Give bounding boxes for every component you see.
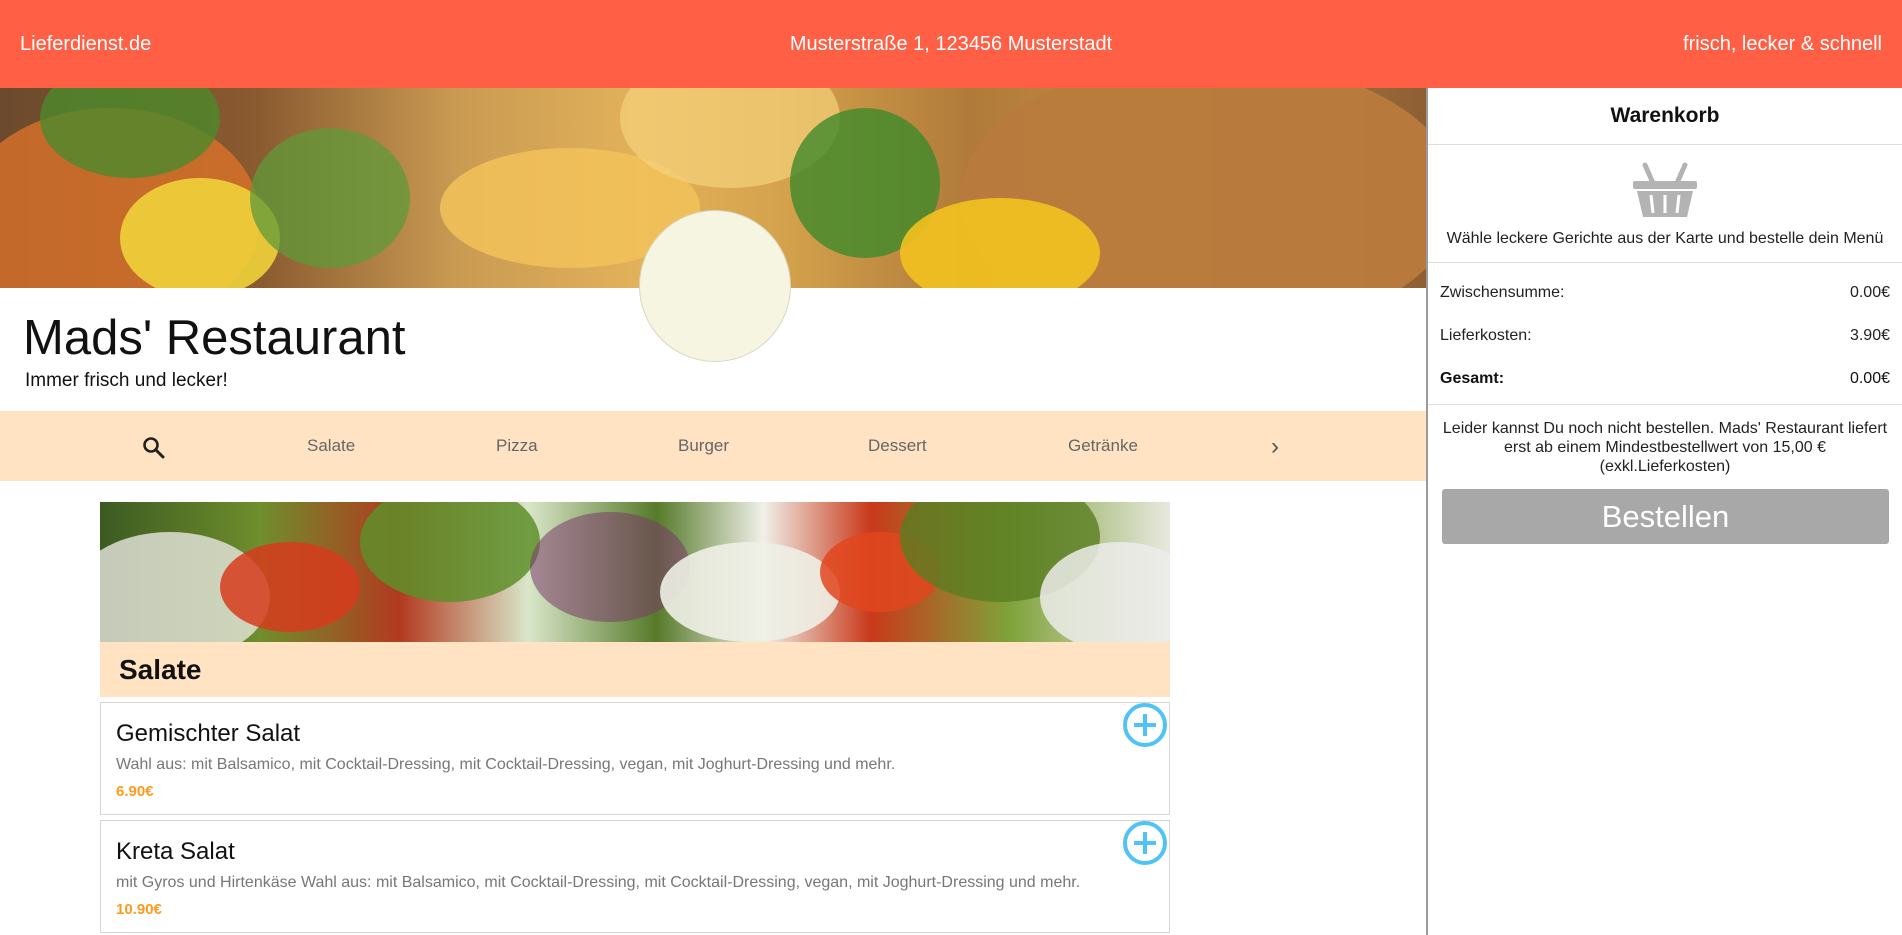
- top-header: Lieferdienst.de Musterstraße 1, 123456 M…: [0, 0, 1902, 88]
- site-name[interactable]: Lieferdienst.de: [20, 33, 151, 56]
- chevron-right-icon[interactable]: ›: [1271, 433, 1279, 461]
- category-tab-burger[interactable]: Burger: [678, 436, 729, 456]
- category-tab-salate[interactable]: Salate: [307, 436, 355, 456]
- restaurant-logo: [639, 210, 791, 362]
- basket-icon: [1633, 162, 1697, 217]
- site-slogan: frisch, lecker & schnell: [1683, 32, 1882, 55]
- add-to-cart-icon[interactable]: [1121, 701, 1169, 749]
- total-row: Gesamt: 0.00€: [1440, 357, 1890, 400]
- category-tab-getraenke[interactable]: Getränke: [1068, 436, 1138, 456]
- category-tab-dessert[interactable]: Dessert: [868, 436, 927, 456]
- menu-item[interactable]: Gemischter Salat Wahl aus: mit Balsamico…: [100, 702, 1170, 815]
- delivery-row: Lieferkosten: 3.90€: [1440, 314, 1890, 357]
- restaurant-name: Mads' Restaurant: [23, 311, 406, 365]
- restaurant-tagline: Immer frisch und lecker!: [25, 370, 228, 391]
- delivery-label: Lieferkosten:: [1440, 326, 1532, 344]
- total-label: Gesamt:: [1440, 369, 1505, 387]
- cart-empty-state: Wähle leckere Gerichte aus der Karte und…: [1428, 145, 1902, 263]
- section-title: Salate: [100, 642, 1170, 697]
- menu-section-salate: Salate Gemischter Salat Wahl aus: mit Ba…: [100, 502, 1170, 933]
- menu-item-price: 6.90€: [116, 783, 154, 800]
- search-icon[interactable]: [141, 435, 165, 459]
- category-nav: Salate Pizza Burger Dessert Getränke ›: [0, 411, 1426, 481]
- menu-item-name: Kreta Salat: [116, 838, 235, 865]
- menu-item[interactable]: Kreta Salat mit Gyros und Hirtenkäse Wah…: [100, 820, 1170, 933]
- order-button[interactable]: Bestellen: [1442, 489, 1889, 544]
- menu-item-description: Wahl aus: mit Balsamico, mit Cocktail-Dr…: [116, 756, 896, 773]
- menu-item-price: 10.90€: [116, 901, 162, 918]
- cart-title: Warenkorb: [1428, 88, 1902, 145]
- subtotal-value: 0.00€: [1849, 283, 1890, 301]
- total-value: 0.00€: [1849, 369, 1890, 387]
- cart-empty-message: Wähle leckere Gerichte aus der Karte und…: [1446, 230, 1884, 247]
- main-content: Mads' Restaurant Immer frisch und lecker…: [0, 88, 1426, 935]
- restaurant-address: Musterstraße 1, 123456 Musterstadt: [789, 32, 1113, 55]
- delivery-value: 3.90€: [1849, 326, 1890, 344]
- category-tab-pizza[interactable]: Pizza: [496, 436, 538, 456]
- cart-sidebar: Warenkorb Wähle leckere Gerichte aus der…: [1426, 88, 1902, 935]
- menu-item-description: mit Gyros und Hirtenkäse Wahl aus: mit B…: [116, 874, 1081, 891]
- add-to-cart-icon[interactable]: [1121, 819, 1169, 867]
- minimum-order-notice: Leider kannst Du noch nicht bestellen. M…: [1442, 420, 1888, 475]
- menu-item-name: Gemischter Salat: [116, 720, 301, 747]
- subtotal-row: Zwischensumme: 0.00€: [1440, 271, 1890, 314]
- section-image: [100, 502, 1170, 642]
- subtotal-label: Zwischensumme:: [1440, 283, 1565, 301]
- cart-summary: Zwischensumme: 0.00€ Lieferkosten: 3.90€…: [1428, 263, 1902, 405]
